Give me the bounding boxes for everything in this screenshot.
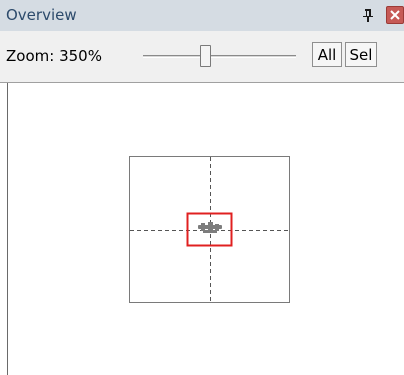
- overview-canvas[interactable]: [0, 83, 404, 375]
- panel-title: Overview: [6, 6, 77, 24]
- zoom-selection-button[interactable]: Sel: [345, 42, 377, 67]
- title-bar[interactable]: Overview: [0, 0, 404, 31]
- zoom-slider-track[interactable]: [143, 55, 296, 58]
- overview-diagram: [129, 156, 290, 303]
- zoom-slider[interactable]: [143, 45, 296, 69]
- zoom-label: Zoom: 350%: [6, 47, 102, 65]
- pushpin-icon: [363, 9, 373, 22]
- close-icon: [390, 10, 400, 20]
- overview-panel: Overview Zoom: 350% All Sel: [0, 0, 404, 375]
- close-button[interactable]: [386, 6, 404, 24]
- diagram-thumbnail: [198, 222, 222, 233]
- zoom-slider-thumb[interactable]: [200, 45, 211, 67]
- zoom-all-button[interactable]: All: [312, 42, 342, 67]
- pin-button[interactable]: [359, 5, 377, 25]
- zoom-toolbar: Zoom: 350% All Sel: [0, 31, 404, 83]
